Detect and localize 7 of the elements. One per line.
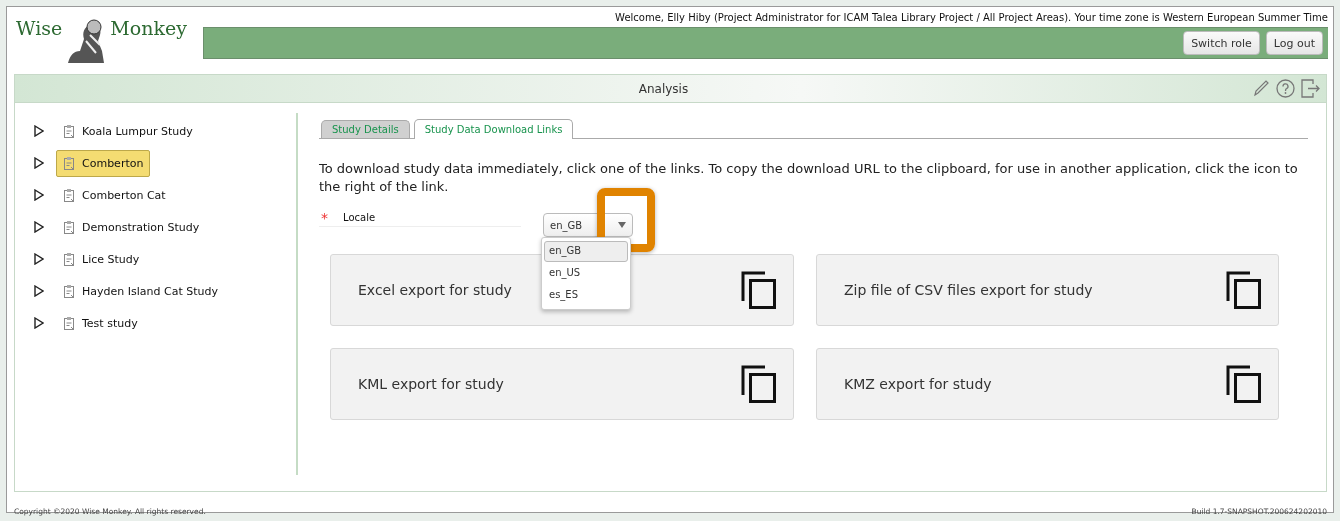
brand-text: Monkey xyxy=(110,17,187,39)
panel-title: Analysis xyxy=(637,81,690,96)
intro-text: To download study data immediately, click one of the links. To copy the download URL to the clipboard, for use in another application, click the icon to the right of the link. xyxy=(319,160,1299,196)
required-mark: * xyxy=(321,212,328,226)
brand-text: Wise xyxy=(16,17,63,39)
welcome-text: Welcome, Elly Hiby (Project Administrator for ICAM Talea Library Project / All Project Areas). Your time zone is Western European Summer Time xyxy=(614,11,1328,25)
field-label: Locale xyxy=(343,212,376,225)
